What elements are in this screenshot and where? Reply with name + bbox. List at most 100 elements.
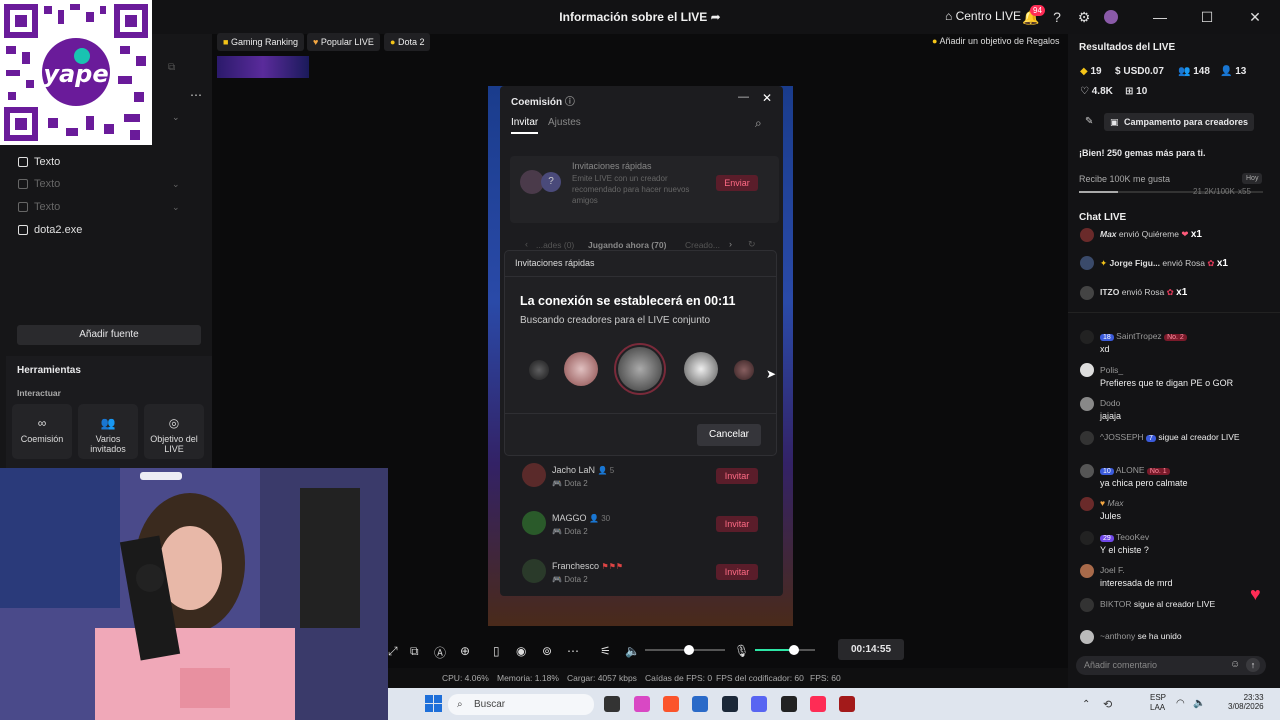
drops-stat: Caídas de FPS: 0 xyxy=(645,673,713,683)
chip-dota2[interactable]: ● Dota 2 xyxy=(384,33,431,51)
more-icon[interactable]: ⋯ xyxy=(190,88,202,102)
scene-icon[interactable]: ⧉ xyxy=(410,644,419,659)
avatar xyxy=(1080,497,1094,511)
chevron-down-icon[interactable]: ⌄ xyxy=(172,202,180,213)
rose-icon: ✿ xyxy=(1207,258,1215,268)
search-icon[interactable]: ⌕ xyxy=(755,116,762,131)
source-item[interactable]: dota2.exe xyxy=(18,221,82,239)
chevron-down-icon[interactable]: ⌄ xyxy=(172,112,180,123)
creator-avatar xyxy=(564,352,598,386)
discord-icon[interactable] xyxy=(751,696,767,712)
maximize-icon[interactable]: ☐ xyxy=(1198,8,1216,26)
app-icon[interactable] xyxy=(781,696,797,712)
share-icon[interactable]: ➦ xyxy=(711,10,721,24)
close-icon[interactable]: ✕ xyxy=(1246,8,1264,26)
invite-button[interactable]: Invitar xyxy=(716,516,758,532)
gear-icon[interactable]: ⚙ xyxy=(1075,8,1093,26)
today-tag: Hoy xyxy=(1242,173,1263,184)
help-icon[interactable]: ? xyxy=(1048,8,1066,26)
live-goal-tool-button[interactable]: ◎ Objetivo del LIVE xyxy=(144,404,204,459)
microphone-icon[interactable]: 🎙 xyxy=(734,644,749,658)
avatar[interactable] xyxy=(1104,10,1118,24)
gift-message: Max envió Quiéreme ❤ x1 xyxy=(1100,229,1202,240)
likes-multiplier: x55 xyxy=(1238,187,1251,196)
volume-slider-handle[interactable] xyxy=(684,645,694,655)
chevron-up-icon[interactable]: ⌃ xyxy=(1082,699,1090,710)
cancel-button[interactable]: Cancelar xyxy=(697,424,761,446)
diamonds-stat: ◆ 19 xyxy=(1080,66,1102,77)
emoji-icon[interactable]: ☺ xyxy=(1230,659,1240,670)
filter-creators[interactable]: Creado... xyxy=(685,240,720,250)
filter-next-icon[interactable]: › xyxy=(729,239,732,249)
language-indicator[interactable]: ESP LAA xyxy=(1150,693,1166,713)
steam-icon[interactable] xyxy=(722,696,738,712)
add-source-button[interactable]: Añadir fuente xyxy=(17,325,201,345)
camera-icon[interactable]: ⊚ xyxy=(542,644,552,658)
source-item[interactable]: Texto xyxy=(18,175,183,193)
chip-gaming-ranking[interactable]: ■ Gaming Ranking xyxy=(217,33,304,51)
more-icon[interactable]: ⋯ xyxy=(567,644,579,658)
settings-sliders-icon[interactable]: ⚟ xyxy=(600,644,611,658)
windows-start-icon[interactable] xyxy=(425,695,442,712)
add-gift-goal-link[interactable]: ● Añadir un objetivo de Regalos xyxy=(932,36,1060,46)
creator-avatar xyxy=(734,360,754,380)
tab-ajustes[interactable]: Ajustes xyxy=(548,117,581,128)
app-icon[interactable] xyxy=(692,696,708,712)
record-icon[interactable]: ◉ xyxy=(516,644,526,658)
gift-icon: ❤ xyxy=(1181,229,1189,239)
layout-icon[interactable]: ⤢ xyxy=(388,644,398,659)
link-icon: ∞ xyxy=(37,416,47,430)
creator-camp-button[interactable]: ▣ Campamento para creadores xyxy=(1104,113,1254,131)
source-item[interactable]: Texto xyxy=(18,153,60,171)
send-button[interactable]: Enviar xyxy=(716,175,758,191)
info-icon[interactable]: ⓘ xyxy=(565,97,575,108)
invite-button[interactable]: Invitar xyxy=(716,564,758,580)
chevron-down-icon[interactable]: ⌄ xyxy=(172,179,180,190)
cpu-stat: CPU: 4.06% xyxy=(442,673,489,683)
chat-message: 29 TeooKev Y el chiste ? xyxy=(1100,532,1150,555)
taskbar-search-input[interactable]: ⌕ Buscar xyxy=(448,694,594,715)
mic-slider-handle[interactable] xyxy=(789,645,799,655)
text-icon xyxy=(18,202,28,212)
sync-icon[interactable]: ⟲ xyxy=(1103,698,1112,711)
system-clock[interactable]: 23:33 3/08/2026 xyxy=(1228,693,1264,711)
send-icon[interactable]: ↑ xyxy=(1246,658,1260,672)
avatar xyxy=(522,559,546,583)
avatar xyxy=(1080,256,1094,270)
tiktok-icon[interactable] xyxy=(810,696,826,712)
scene-thumbnail[interactable] xyxy=(217,56,309,78)
filter-prev-icon[interactable]: ‹ xyxy=(525,239,528,249)
volume-icon[interactable]: 🔈 xyxy=(1193,698,1205,709)
wifi-icon[interactable]: ◠ xyxy=(1176,698,1185,709)
user-edit-icon[interactable]: ✎ xyxy=(1085,116,1093,127)
layer-icon[interactable]: ⧉ xyxy=(168,62,175,73)
heart-icon[interactable]: ♥ xyxy=(1250,584,1261,605)
filter-friends[interactable]: ...ades (0) xyxy=(536,240,574,250)
copilot-icon[interactable] xyxy=(634,696,650,712)
centro-live-link[interactable]: ⌂ Centro LIVE xyxy=(945,9,1021,23)
refresh-icon[interactable]: ↻ xyxy=(748,239,756,250)
coemision-tool-button[interactable]: ∞ Coemisión xyxy=(12,404,72,459)
multi-guest-tool-button[interactable]: 👥 Varios invitados xyxy=(78,404,138,459)
dota2-icon[interactable] xyxy=(839,696,855,712)
followers-stat: 👤 13 xyxy=(1220,66,1247,77)
tab-invitar[interactable]: Invitar xyxy=(511,117,539,134)
ai-icon[interactable]: Ⓐ xyxy=(434,644,446,661)
close-icon[interactable]: ✕ xyxy=(762,91,772,105)
invite-button[interactable]: Invitar xyxy=(716,468,758,484)
volume-icon[interactable]: 🔈 xyxy=(625,644,640,658)
filter-playing[interactable]: Jugando ahora (70) xyxy=(588,240,666,250)
gift-message: ITZO envió Rosa ✿ x1 xyxy=(1100,287,1188,298)
brave-icon[interactable] xyxy=(663,696,679,712)
source-item[interactable]: Texto xyxy=(18,198,60,216)
phone-icon[interactable]: ▯ xyxy=(493,644,500,658)
qr-code: yape xyxy=(0,0,152,145)
minimize-icon[interactable]: — xyxy=(1151,8,1169,26)
add-icon[interactable]: ⊕ xyxy=(460,644,470,658)
minimize-icon[interactable]: — xyxy=(738,91,749,103)
chip-popular-live[interactable]: ♥ Popular LIVE xyxy=(307,33,380,51)
interact-label: Interactuar xyxy=(17,388,61,398)
title-bar: Información sobre el LIVE ➦ ⌂ Centro LIV… xyxy=(0,0,1280,34)
chat-title: Chat LIVE xyxy=(1079,212,1127,223)
task-view-icon[interactable] xyxy=(604,696,620,712)
